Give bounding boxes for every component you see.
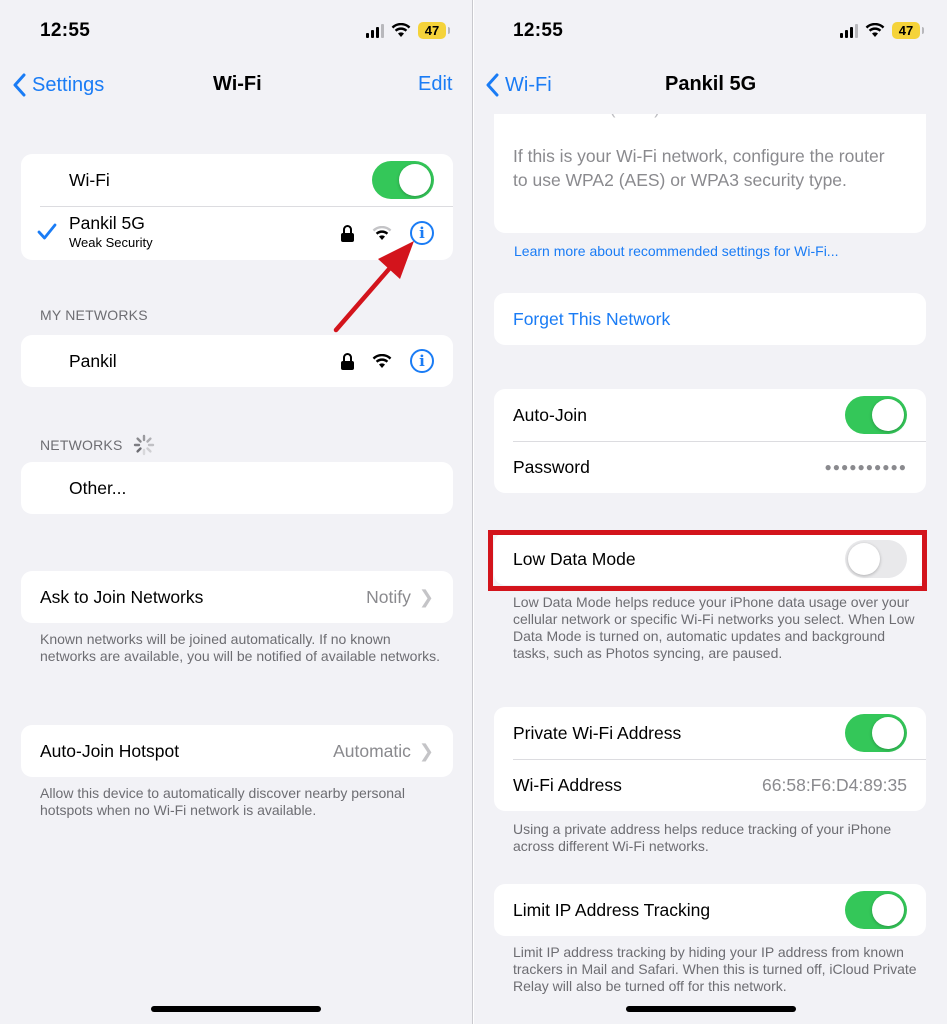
forget-network-card: Forget This Network — [494, 293, 926, 345]
network-name: Pankil — [69, 350, 117, 371]
wifi-status-icon — [865, 23, 885, 37]
limit-ip-row: Limit IP Address Tracking — [494, 884, 926, 936]
networks-header: NETWORKS — [40, 434, 155, 456]
low-data-note: Low Data Mode helps reduce your iPhone d… — [513, 594, 915, 661]
limit-ip-note: Limit IP address tracking by hiding your… — [513, 944, 917, 994]
back-label: Wi-Fi — [505, 73, 552, 96]
page-title: Pankil 5G — [665, 73, 757, 95]
networks-card: Other... — [21, 462, 453, 514]
back-button[interactable]: Wi-Fi — [485, 73, 552, 97]
learn-more-link[interactable]: Learn more about recommended settings fo… — [514, 243, 838, 259]
networks-header-label: NETWORKS — [40, 437, 123, 453]
highlight-box — [488, 530, 927, 591]
status-icons: 47 — [840, 22, 924, 39]
wifi-toggle[interactable] — [372, 161, 434, 199]
lock-icon — [341, 352, 354, 370]
status-time: 12:55 — [40, 20, 91, 41]
auto-join-hotspot-note: Allow this device to automatically disco… — [40, 785, 405, 818]
weak-security-label: Weak Security — [69, 235, 153, 250]
edit-button[interactable]: Edit — [418, 73, 452, 96]
nav-bar: 12:55 47 Wi-Fi Pankil 5G — [474, 0, 947, 114]
auto-join-hotspot-row[interactable]: Auto-Join Hotspot Automatic ❯ — [21, 725, 453, 777]
battery-indicator: 47 — [892, 22, 924, 39]
ask-to-join-card: Ask to Join Networks Notify ❯ — [21, 571, 453, 623]
ask-to-join-label: Ask to Join Networks — [40, 586, 204, 607]
my-networks-card: Pankil i — [21, 335, 453, 387]
ask-to-join-row[interactable]: Ask to Join Networks Notify ❯ — [21, 571, 453, 623]
wifi-toggle-row: Wi-Fi — [21, 154, 453, 206]
status-icons: 47 — [366, 22, 450, 39]
private-address-label: Private Wi-Fi Address — [513, 722, 682, 743]
auto-join-toggle[interactable] — [845, 396, 907, 434]
other-network-row[interactable]: Other... — [21, 462, 453, 514]
checkmark-icon — [37, 223, 57, 240]
private-address-row: Private Wi-Fi Address — [494, 707, 926, 759]
back-label: Settings — [32, 73, 105, 96]
wifi-status-icon — [391, 23, 411, 37]
cellular-signal-icon — [366, 23, 384, 38]
auto-join-hotspot-value: Automatic — [333, 740, 411, 761]
chevron-right-icon: ❯ — [418, 740, 434, 761]
home-indicator[interactable] — [626, 1006, 796, 1012]
auto-join-hotspot-card: Auto-Join Hotspot Automatic ❯ — [21, 725, 453, 777]
cellular-signal-icon — [840, 23, 858, 38]
wifi-signal-full-icon — [372, 353, 392, 368]
security-warning-text: If this is your Wi-Fi network, configure… — [513, 146, 885, 190]
annotation-arrow-icon — [333, 241, 414, 333]
connected-network-name: Pankil 5G — [69, 213, 145, 233]
network-row-pankil[interactable]: Pankil i — [21, 335, 453, 387]
limit-ip-toggle[interactable] — [845, 891, 907, 929]
battery-indicator: 47 — [418, 22, 450, 39]
auto-join-card: Auto-Join Password ●●●●●●●●●● — [494, 389, 926, 493]
ask-to-join-note: Known networks will be joined automatica… — [40, 631, 440, 664]
auto-join-label: Auto-Join — [513, 404, 587, 425]
limit-ip-label: Limit IP Address Tracking — [513, 899, 711, 920]
chevron-left-icon — [13, 73, 26, 97]
back-button[interactable]: Settings — [12, 73, 104, 97]
forget-network-row[interactable]: Forget This Network — [494, 293, 926, 345]
chevron-right-icon: ❯ — [418, 586, 434, 607]
other-label: Other... — [69, 477, 127, 498]
password-value: ●●●●●●●●●● — [824, 460, 907, 474]
wifi-address-row: Wi-Fi Address 66:58:F6:D4:89:35 — [494, 759, 926, 811]
auto-join-row: Auto-Join — [494, 389, 926, 441]
password-row[interactable]: Password ●●●●●●●●●● — [494, 441, 926, 493]
ask-to-join-value: Notify — [366, 586, 411, 607]
status-time: 12:55 — [513, 20, 564, 41]
private-address-toggle[interactable] — [845, 714, 907, 752]
home-indicator[interactable] — [151, 1006, 321, 1012]
password-label: Password — [513, 456, 590, 477]
wifi-toggle-label: Wi-Fi — [69, 169, 110, 190]
auto-join-hotspot-label: Auto-Join Hotspot — [40, 740, 180, 761]
private-address-card: Private Wi-Fi Address Wi-Fi Address 66:5… — [494, 707, 926, 811]
wifi-address-value: 66:58:F6:D4:89:35 — [762, 774, 907, 795]
private-address-note: Using a private address helps reduce tra… — [513, 821, 892, 854]
my-networks-header: MY NETWORKS — [40, 307, 148, 323]
network-detail-screen: WPA/WPA2 (TKIP) is not considered secure… — [474, 0, 947, 1024]
wifi-address-label: Wi-Fi Address — [513, 774, 622, 795]
info-icon[interactable]: i — [410, 349, 434, 373]
wifi-settings-screen: 12:55 47 Settings Wi-Fi Edit Wi-Fi Panki… — [0, 0, 473, 1024]
loading-spinner-icon — [133, 434, 154, 456]
chevron-left-icon — [486, 73, 499, 97]
limit-ip-card: Limit IP Address Tracking — [494, 884, 926, 936]
page-title: Wi-Fi — [213, 73, 262, 95]
forget-network-button[interactable]: Forget This Network — [513, 309, 670, 330]
